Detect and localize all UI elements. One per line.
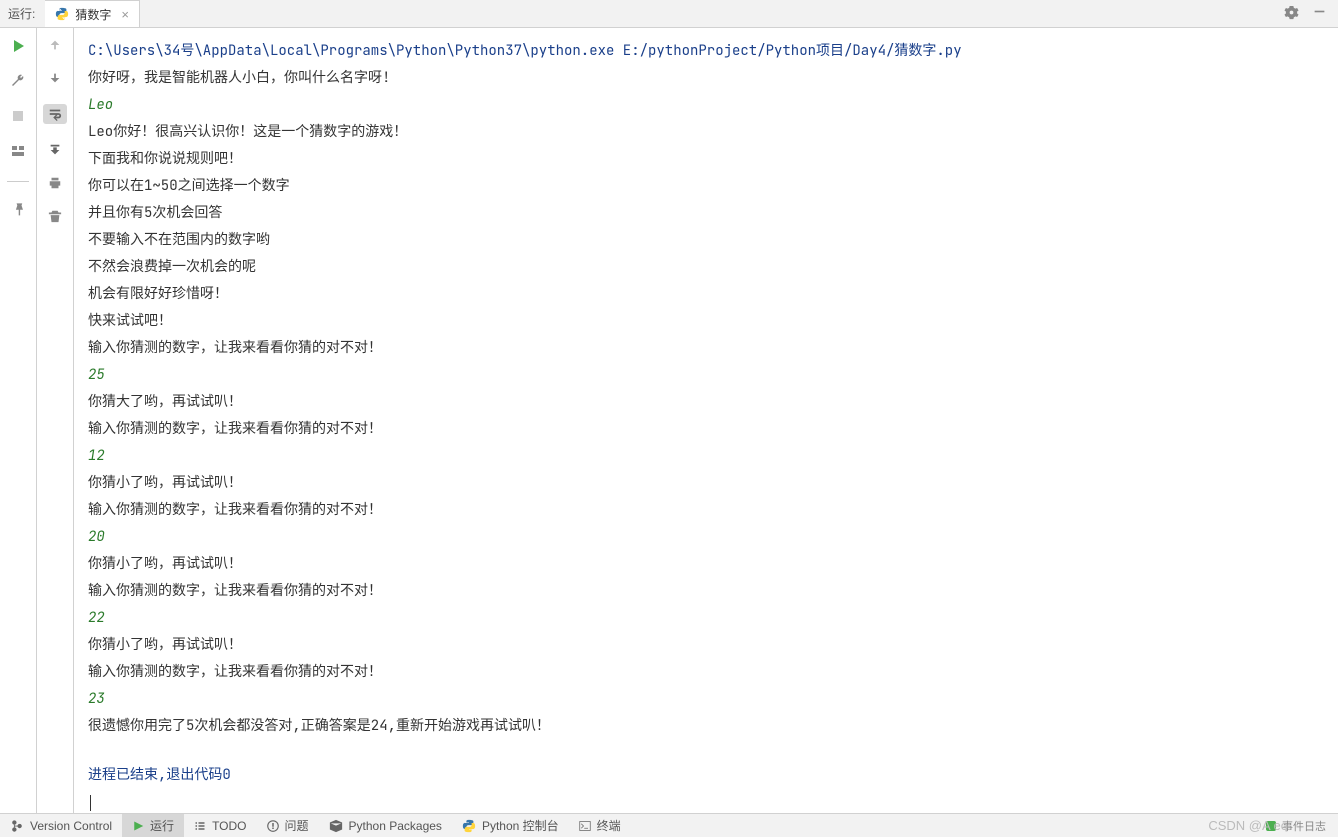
console-output-line: 并且你有5次机会回答: [88, 200, 1326, 227]
console-output-line: 你猜小了哟，再试试叭！: [88, 551, 1326, 578]
exit-line: 进程已结束,退出代码0: [88, 762, 1326, 789]
run-toolbar-left: [0, 28, 37, 813]
console-input-line: 23: [88, 686, 1326, 713]
console-output-line: 输入你猜测的数字，让我来看看你猜的对不对！: [88, 416, 1326, 443]
close-icon[interactable]: ×: [121, 8, 129, 21]
status-indicator-icon: [1266, 821, 1276, 831]
console-input-line: 20: [88, 524, 1326, 551]
console-input-line: 25: [88, 362, 1326, 389]
run-label: 运行:: [8, 5, 35, 22]
console-cursor: [88, 789, 1326, 813]
console-input-line: 22: [88, 605, 1326, 632]
console-output-line: 你可以在1~50之间选择一个数字: [88, 173, 1326, 200]
pin-icon[interactable]: [10, 201, 26, 220]
console-output-line: 输入你猜测的数字，让我来看看你猜的对不对！: [88, 659, 1326, 686]
console-output-line: 很遗憾你用完了5次机会都没答对,正确答案是24,重新开始游戏再试试叭！: [88, 713, 1326, 740]
console-output-line: Leo你好！很高兴认识你！这是一个猜数字的游戏！: [88, 119, 1326, 146]
console-output-line: 机会有限好好珍惜呀！: [88, 281, 1326, 308]
run-toolbar-right: [37, 28, 74, 813]
tab-title: 猜数字: [75, 6, 111, 23]
console-input-line: 12: [88, 443, 1326, 470]
run-panel-header: 运行: 猜数字 ×: [0, 0, 1338, 28]
console-input-line: Leo: [88, 92, 1326, 119]
bottom-label: Python Packages: [349, 819, 442, 833]
console-output-line: 你猜大了哟，再试试叭！: [88, 389, 1326, 416]
bottom-label: Python 控制台: [482, 817, 559, 834]
minimize-icon[interactable]: [1313, 5, 1326, 23]
up-arrow-icon[interactable]: [48, 38, 62, 55]
console-output-line: 不要输入不在范围内的数字哟: [88, 227, 1326, 254]
gear-icon[interactable]: [1284, 5, 1299, 23]
bottom-label: Version Control: [30, 819, 112, 833]
bottom-label: 运行: [150, 817, 174, 834]
console-output-line: 你猜小了哟，再试试叭！: [88, 632, 1326, 659]
trash-icon[interactable]: [48, 209, 62, 226]
bottom-label: 问题: [285, 817, 309, 834]
wrench-icon[interactable]: [10, 73, 26, 92]
bottom-label: 事件日志: [1282, 818, 1326, 834]
run-tab-bottom[interactable]: 运行: [122, 814, 184, 837]
print-icon[interactable]: [48, 176, 62, 193]
scroll-to-end-icon[interactable]: [43, 140, 67, 160]
console-output-line: 你好呀，我是智能机器人小白，你叫什么名字呀!: [88, 65, 1326, 92]
problems-tab[interactable]: 问题: [257, 814, 319, 837]
down-arrow-icon[interactable]: [48, 71, 62, 88]
python-icon: [55, 7, 69, 21]
terminal-tab[interactable]: 终端: [569, 814, 631, 837]
python-console-tab[interactable]: Python 控制台: [452, 814, 569, 837]
stop-icon[interactable]: [10, 108, 26, 127]
todo-tab[interactable]: TODO: [184, 814, 256, 837]
console-output-line: 输入你猜测的数字，让我来看看你猜的对不对！: [88, 578, 1326, 605]
bottom-label: TODO: [212, 819, 246, 833]
console-output-line: 快来试试吧！: [88, 308, 1326, 335]
layout-icon[interactable]: [10, 143, 26, 162]
version-control-tab[interactable]: Version Control: [0, 814, 122, 837]
console-output[interactable]: C:\Users\34号\AppData\Local\Programs\Pyth…: [74, 28, 1338, 813]
rerun-icon[interactable]: [10, 38, 26, 57]
run-tab[interactable]: 猜数字 ×: [45, 0, 140, 27]
console-output-line: 输入你猜测的数字，让我来看看你猜的对不对！: [88, 335, 1326, 362]
console-output-line: 不然会浪费掉一次机会的呢: [88, 254, 1326, 281]
console-output-line: 下面我和你说说规则吧！: [88, 146, 1326, 173]
bottom-label: 终端: [597, 817, 621, 834]
soft-wrap-icon[interactable]: [43, 104, 67, 124]
event-log[interactable]: 事件日志: [1266, 818, 1338, 834]
divider: [7, 181, 29, 182]
console-output-line: 输入你猜测的数字，让我来看看你猜的对不对！: [88, 497, 1326, 524]
bottom-toolbar: Version Control 运行 TODO 问题 Python Packag…: [0, 813, 1338, 837]
console-output-line: 你猜小了哟，再试试叭！: [88, 470, 1326, 497]
exec-path: C:\Users\34号\AppData\Local\Programs\Pyth…: [88, 38, 1326, 65]
packages-tab[interactable]: Python Packages: [319, 814, 452, 837]
